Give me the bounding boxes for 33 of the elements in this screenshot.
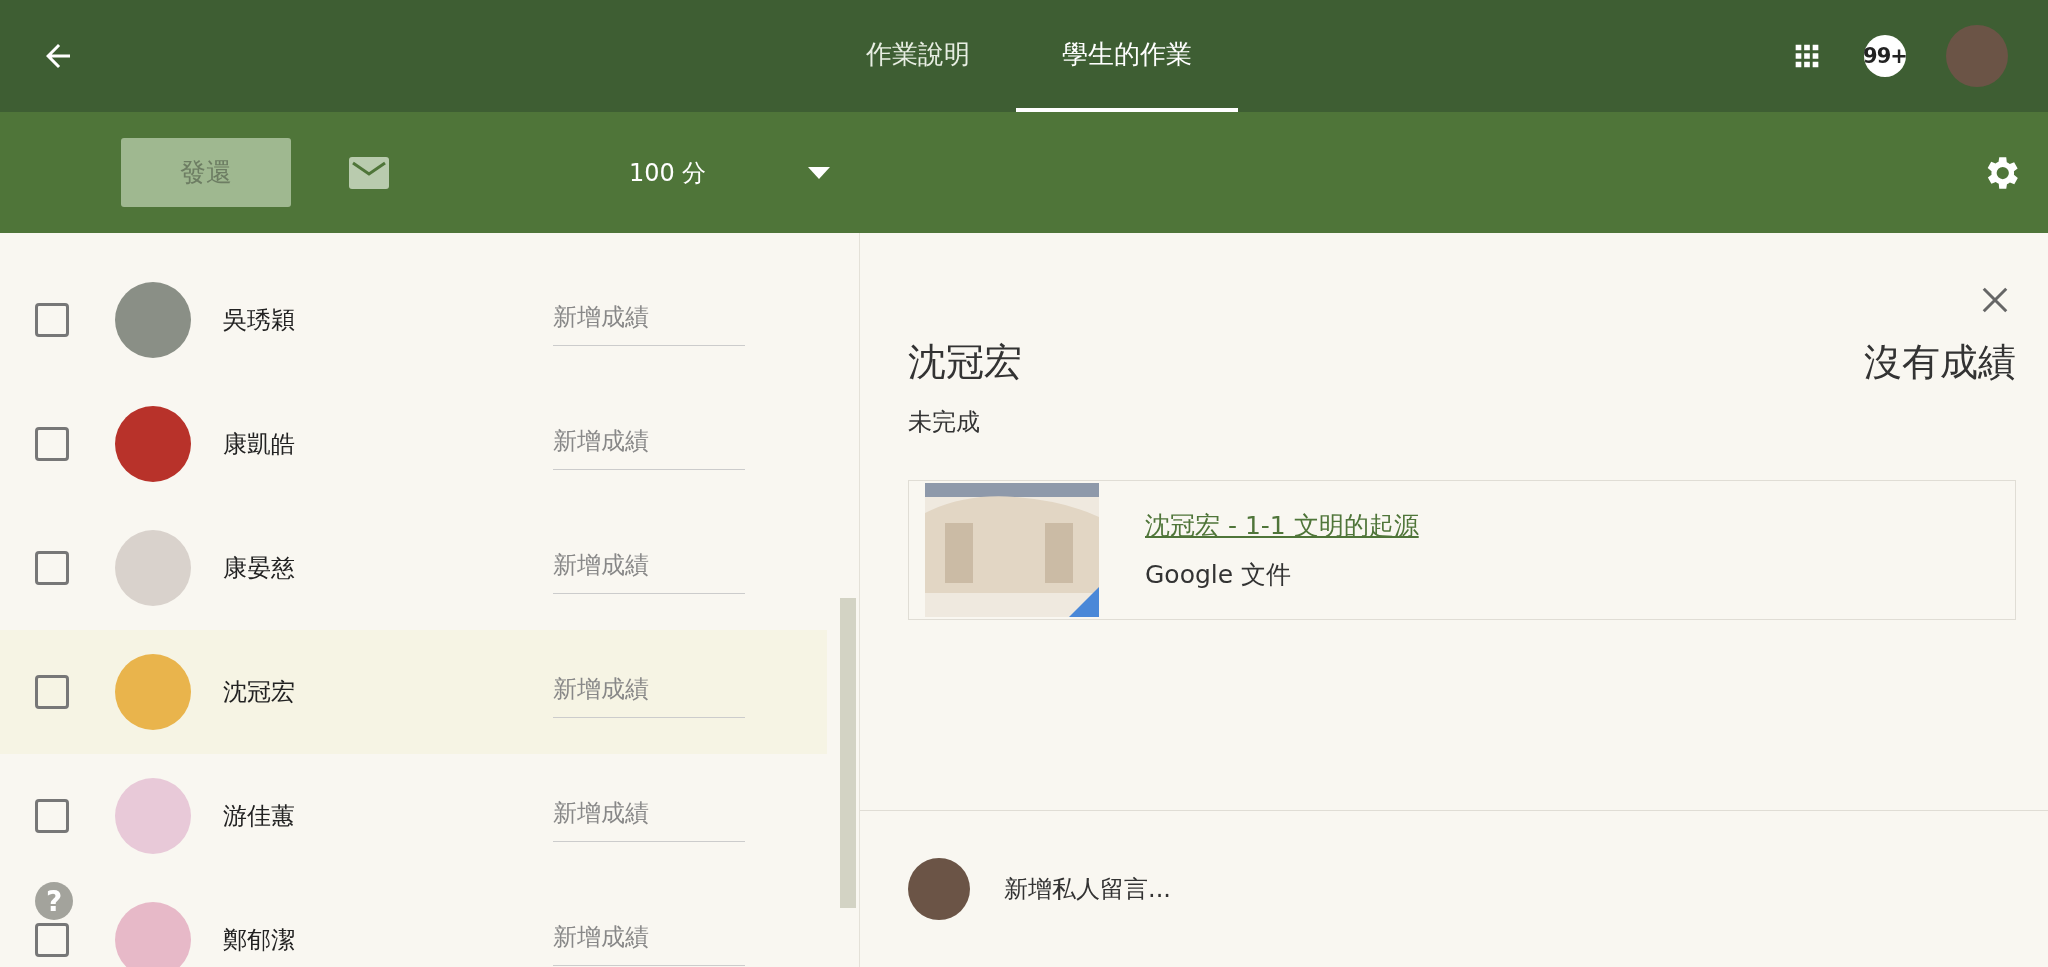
mail-icon[interactable] — [349, 156, 389, 189]
close-icon[interactable] — [1980, 285, 2010, 315]
checkbox[interactable] — [35, 427, 69, 461]
attachment-link[interactable]: 沈冠宏 - 1-1 文明的起源 — [1145, 509, 1419, 542]
grade-field[interactable]: 新增成績 — [553, 914, 745, 966]
checkbox[interactable] — [35, 923, 69, 957]
student-name: 吳琇穎 — [223, 305, 296, 336]
student-name: 鄭郁潔 — [223, 925, 296, 956]
attachment-card[interactable]: 沈冠宏 - 1-1 文明的起源 Google 文件 — [908, 480, 2016, 620]
comment-field[interactable]: 新增私人留言... — [1002, 874, 1706, 904]
student-name: 康晏慈 — [223, 553, 296, 584]
checkbox[interactable] — [35, 675, 69, 709]
student-row[interactable]: 沈冠宏 新增成績 — [0, 630, 827, 754]
scrollbar[interactable] — [840, 598, 856, 908]
student-name: 沈冠宏 — [223, 677, 296, 708]
file-type: Google 文件 — [1145, 559, 1293, 591]
status-text: 未完成 — [908, 407, 981, 438]
checkbox[interactable] — [35, 799, 69, 833]
student-name: 沈冠宏 — [908, 339, 1022, 386]
checkbox[interactable] — [35, 551, 69, 585]
grade-field[interactable]: 新增成績 — [553, 418, 745, 470]
caret-icon[interactable] — [808, 166, 831, 179]
grade-field[interactable]: 新增成績 — [553, 666, 745, 718]
grade-field[interactable]: 新增成績 — [553, 294, 745, 346]
checkbox[interactable] — [35, 303, 69, 337]
notification-badge[interactable]: 99+ — [1864, 35, 1906, 77]
student-name: 康凱皓 — [223, 429, 296, 460]
grade-field[interactable]: 新增成績 — [553, 790, 745, 842]
student-name: 游佳蕙 — [223, 801, 296, 832]
points-label: 100 分 — [629, 157, 707, 189]
grade-field[interactable]: 新增成績 — [553, 542, 745, 594]
grade-status: 沒有成績 — [1864, 339, 2016, 386]
tab[interactable]: 作業說明 — [820, 0, 1016, 112]
